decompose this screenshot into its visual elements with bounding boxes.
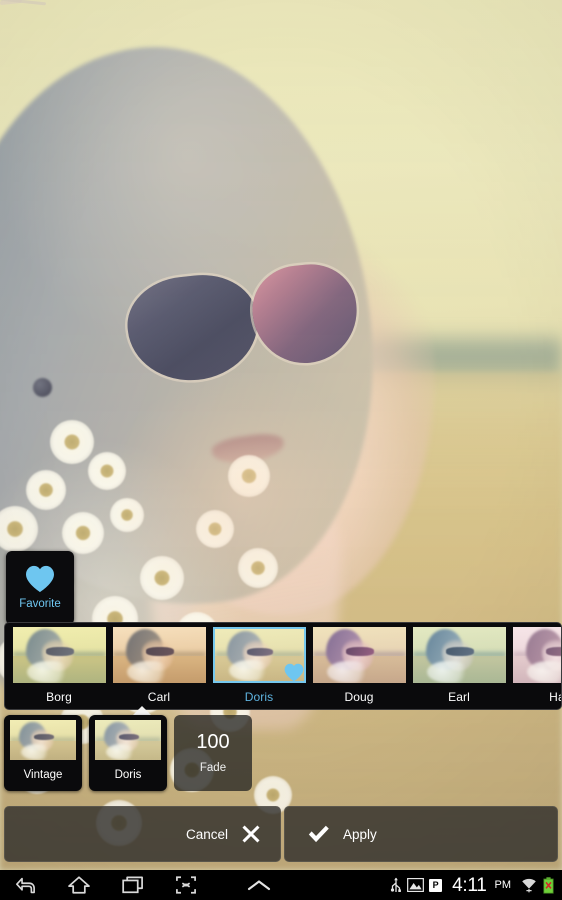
favorite-button[interactable]: Favorite — [6, 551, 74, 625]
filter-strip[interactable]: Borg Carl Doris Doug Earl H — [4, 622, 562, 710]
clock-time: 4:11 — [452, 874, 487, 896]
apply-label: Apply — [343, 826, 377, 842]
filter-thumbnail — [412, 627, 506, 683]
status-icons[interactable]: P 4:11 PM — [390, 876, 562, 895]
filter-thumbnail — [312, 627, 406, 683]
p-badge: P — [429, 878, 443, 892]
filter-label: Doug — [344, 690, 374, 704]
filter-thumb-wrap[interactable] — [12, 627, 106, 683]
fade-slider-control[interactable]: 100 Fade — [174, 715, 252, 791]
filter-item-carl[interactable]: Carl — [109, 627, 209, 704]
filter-item-borg[interactable]: Borg — [9, 627, 109, 704]
chevron-up-icon[interactable] — [246, 878, 272, 892]
android-navigation-bar: P 4:11 PM — [0, 870, 562, 900]
home-icon[interactable] — [67, 875, 91, 895]
filter-thumb-wrap[interactable] — [512, 627, 561, 683]
preset-thumbnail — [95, 720, 161, 760]
fade-value: 100 — [196, 730, 230, 753]
heart-icon — [26, 566, 54, 593]
close-icon — [242, 825, 260, 843]
filter-item-doris[interactable]: Doris — [209, 627, 309, 704]
image-icon — [407, 878, 425, 892]
preset-label: Doris — [114, 769, 142, 781]
wifi-icon — [522, 878, 536, 893]
filter-thumbnail — [112, 627, 206, 683]
preset-row: Vintage Doris 100 Fade — [4, 715, 252, 791]
filter-label: Carl — [147, 690, 171, 704]
nav-buttons — [0, 875, 197, 895]
filter-thumb-wrap[interactable] — [212, 627, 306, 683]
filter-label: Borg — [46, 690, 72, 704]
back-arrow-icon[interactable] — [14, 876, 37, 895]
filter-favorite-heart-icon — [284, 663, 303, 682]
screen-capture-icon[interactable] — [175, 875, 197, 895]
filter-thumb-wrap[interactable] — [312, 627, 406, 683]
preset-card-vintage[interactable]: Vintage — [4, 715, 82, 791]
filter-item-har[interactable]: Har — [509, 627, 561, 704]
usb-icon — [391, 877, 402, 892]
cancel-button[interactable]: Cancel — [4, 806, 281, 862]
filter-item-doug[interactable]: Doug — [309, 627, 409, 704]
filter-label: Doris — [244, 690, 274, 704]
cancel-label: Cancel — [185, 826, 228, 842]
action-bar: Cancel Apply — [4, 806, 558, 862]
filter-item-earl[interactable]: Earl — [409, 627, 509, 704]
filter-label: Har — [549, 690, 561, 704]
favorite-label: Favorite — [19, 598, 61, 611]
battery-error-icon — [543, 876, 554, 894]
preset-label: Vintage — [23, 769, 63, 781]
clock-ampm: PM — [494, 879, 512, 891]
recent-apps-icon[interactable] — [121, 875, 145, 895]
photo-editor-screen: Favorite Borg Carl Doris Doug Earl H Vin… — [0, 0, 562, 900]
filter-thumbnail — [12, 627, 106, 683]
filter-thumb-wrap[interactable] — [412, 627, 506, 683]
check-icon — [308, 825, 329, 843]
filter-thumb-wrap[interactable] — [112, 627, 206, 683]
filter-thumbnail — [512, 627, 561, 683]
selection-caret-icon — [133, 706, 151, 715]
fade-label: Fade — [199, 761, 227, 774]
apply-button[interactable]: Apply — [284, 806, 558, 862]
filter-label: Earl — [448, 690, 470, 704]
preset-thumbnail — [10, 720, 76, 760]
expand-status-area[interactable] — [197, 878, 390, 892]
preset-card-doris[interactable]: Doris — [89, 715, 167, 791]
